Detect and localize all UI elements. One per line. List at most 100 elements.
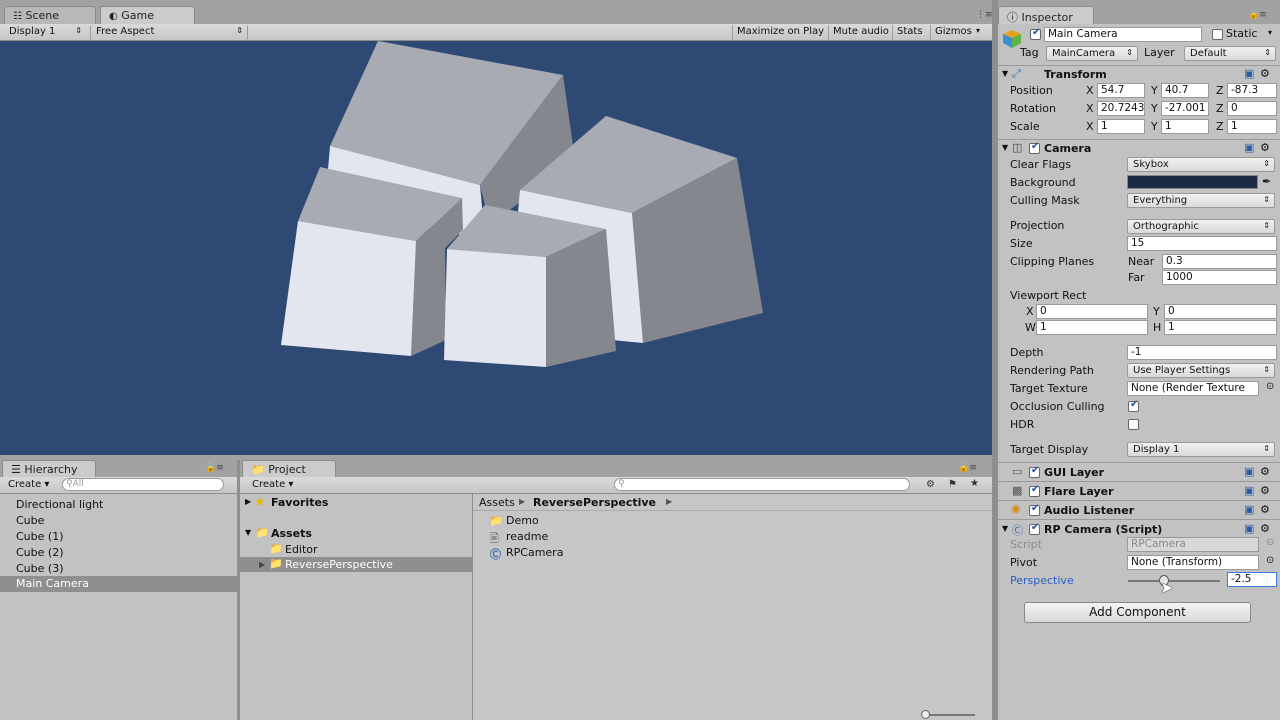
filter-by-type-icon[interactable]: ⚙ xyxy=(926,479,935,490)
tag-dropdown[interactable]: MainCamera xyxy=(1046,46,1138,61)
project-search-input[interactable]: ⚲ xyxy=(614,478,910,491)
active-checkbox[interactable] xyxy=(1030,27,1041,40)
icon-size-slider[interactable] xyxy=(921,710,975,719)
perspective-slider[interactable] xyxy=(1128,575,1220,586)
tab-game[interactable]: ◐ Game xyxy=(100,6,195,24)
depth-field[interactable]: -1 xyxy=(1127,345,1277,360)
add-component-button[interactable]: Add Component xyxy=(1024,602,1251,623)
projection-dropdown[interactable]: Orthographic xyxy=(1127,219,1275,234)
position-y-field[interactable]: 40.7 xyxy=(1161,83,1209,98)
breadcrumb-current[interactable]: ReversePerspective xyxy=(533,496,656,509)
static-dropdown-icon[interactable]: ▾ xyxy=(1268,28,1272,37)
settings-gear-icon[interactable]: ⚙ xyxy=(1260,465,1270,478)
tab-project[interactable]: 📁 Project xyxy=(242,460,336,478)
audio-listener-header[interactable]: ◉ Audio Listener ▣ ⚙ xyxy=(998,500,1280,519)
hierarchy-item[interactable]: Directional light xyxy=(16,498,103,511)
pivot-field[interactable]: None (Transform) xyxy=(1127,555,1259,570)
favorite-star-icon[interactable]: ★ xyxy=(970,478,979,489)
settings-gear-icon[interactable]: ⚙ xyxy=(1260,484,1270,497)
file-item[interactable]: RPCamera xyxy=(506,546,563,559)
game-viewport[interactable] xyxy=(0,41,992,455)
rot-y-label[interactable]: Y xyxy=(1151,102,1158,115)
near-field[interactable]: 0.3 xyxy=(1162,254,1277,269)
hierarchy-lock-icon[interactable]: 🔒≡ xyxy=(205,463,224,473)
filter-by-label-icon[interactable]: ⚑ xyxy=(948,479,957,490)
target-display-dropdown[interactable]: Display 1 xyxy=(1127,442,1275,457)
hierarchy-search-input[interactable]: ⚲All xyxy=(62,478,224,491)
background-color-swatch[interactable] xyxy=(1127,175,1258,189)
pos-x-label[interactable]: X xyxy=(1086,84,1094,97)
tree-folder-editor[interactable]: Editor xyxy=(285,543,318,556)
gizmos-button[interactable]: Gizmos xyxy=(930,25,976,40)
far-field[interactable]: 1000 xyxy=(1162,270,1277,285)
target-texture-field[interactable]: None (Render Texture xyxy=(1127,381,1259,396)
hdr-checkbox[interactable] xyxy=(1128,419,1139,430)
flare-layer-checkbox[interactable] xyxy=(1029,484,1040,497)
assets-arrow-icon[interactable]: ▼ xyxy=(245,528,251,537)
gui-layer-header[interactable]: ▭ GUI Layer ▣ ⚙ xyxy=(998,462,1280,481)
scale-z-field[interactable]: 1 xyxy=(1227,119,1277,134)
vp-w-label[interactable]: W xyxy=(1025,321,1036,334)
breadcrumb-root[interactable]: Assets xyxy=(479,496,515,509)
settings-gear-icon[interactable]: ⚙ xyxy=(1260,67,1270,80)
hierarchy-item-selected[interactable]: Main Camera xyxy=(0,576,237,592)
project-create-button[interactable]: Create ▾ xyxy=(248,478,297,493)
help-book-icon[interactable]: ▣ xyxy=(1244,484,1254,497)
mute-audio-button[interactable]: Mute audio xyxy=(828,25,893,40)
help-book-icon[interactable]: ▣ xyxy=(1244,67,1254,80)
stats-button[interactable]: Stats xyxy=(892,25,927,40)
object-name-field[interactable]: Main Camera xyxy=(1044,27,1202,42)
perspective-field[interactable]: -2.5 xyxy=(1227,572,1277,587)
rotation-z-field[interactable]: 0 xyxy=(1227,101,1277,116)
display-dropdown[interactable]: Display 1 xyxy=(4,25,86,40)
rp-camera-checkbox[interactable] xyxy=(1029,522,1040,535)
hierarchy-item[interactable]: Cube (1) xyxy=(16,530,63,543)
rp-camera-header[interactable]: ▼ Ⓒ RP Camera (Script) ▣ ⚙ xyxy=(998,519,1280,538)
tree-folder-selected[interactable]: ▶ 📁 ReversePerspective xyxy=(240,557,472,572)
viewport-h-field[interactable]: 1 xyxy=(1164,320,1277,335)
eyedropper-icon[interactable]: ✒ xyxy=(1262,175,1271,188)
hierarchy-item[interactable]: Cube xyxy=(16,514,44,527)
object-picker-icon[interactable]: ⊙ xyxy=(1266,381,1274,392)
position-z-field[interactable]: -87.3 xyxy=(1227,83,1277,98)
help-book-icon[interactable]: ▣ xyxy=(1244,465,1254,478)
favorites-arrow-icon[interactable]: ▶ xyxy=(245,497,251,506)
tree-favorites[interactable]: Favorites xyxy=(271,496,328,509)
rot-x-label[interactable]: X xyxy=(1086,102,1094,115)
rendering-path-dropdown[interactable]: Use Player Settings xyxy=(1127,363,1275,378)
settings-gear-icon[interactable]: ⚙ xyxy=(1260,522,1270,535)
inspector-lock-icon[interactable]: 🔒≡ xyxy=(1248,10,1267,20)
panel-menu-icon[interactable]: ⋮≡ xyxy=(976,10,993,20)
tab-scene[interactable]: ☷ Scene xyxy=(4,6,96,24)
hierarchy-create-button[interactable]: Create ▾ xyxy=(4,478,53,493)
hierarchy-item[interactable]: Cube (2) xyxy=(16,546,63,559)
icon-size-slider-thumb[interactable] xyxy=(921,710,930,719)
position-x-field[interactable]: 54.7 xyxy=(1097,83,1145,98)
gizmos-dropdown-arrow[interactable]: ▾ xyxy=(972,25,984,40)
foldout-arrow-icon[interactable]: ▼ xyxy=(1002,143,1008,152)
file-item[interactable]: Demo xyxy=(506,514,539,527)
transform-header[interactable]: ▼ ⤢ Transform ▣ ⚙ xyxy=(998,65,1280,83)
help-book-icon[interactable]: ▣ xyxy=(1244,141,1254,154)
rotation-x-field[interactable]: 20.7243 xyxy=(1097,101,1145,116)
layer-dropdown[interactable]: Default xyxy=(1184,46,1276,61)
project-lock-icon[interactable]: 🔒≡ xyxy=(958,463,977,473)
viewport-x-field[interactable]: 0 xyxy=(1036,304,1148,319)
scale-z-label[interactable]: Z xyxy=(1216,120,1224,133)
pos-y-label[interactable]: Y xyxy=(1151,84,1158,97)
occlusion-culling-checkbox[interactable] xyxy=(1128,399,1139,412)
culling-mask-dropdown[interactable]: Everything xyxy=(1127,193,1275,208)
gui-layer-checkbox[interactable] xyxy=(1029,465,1040,478)
foldout-arrow-icon[interactable]: ▼ xyxy=(1002,69,1008,78)
scale-x-label[interactable]: X xyxy=(1086,120,1094,133)
settings-gear-icon[interactable]: ⚙ xyxy=(1260,503,1270,516)
camera-header[interactable]: ▼ ◫ Camera ▣ ⚙ xyxy=(998,139,1280,157)
help-book-icon[interactable]: ▣ xyxy=(1244,522,1254,535)
vp-x-label[interactable]: X xyxy=(1026,305,1034,318)
scale-y-label[interactable]: Y xyxy=(1151,120,1158,133)
audio-listener-checkbox[interactable] xyxy=(1029,503,1040,516)
rot-z-label[interactable]: Z xyxy=(1216,102,1224,115)
viewport-y-field[interactable]: 0 xyxy=(1164,304,1277,319)
vp-h-label[interactable]: H xyxy=(1153,321,1161,334)
tree-assets[interactable]: Assets xyxy=(271,527,312,540)
